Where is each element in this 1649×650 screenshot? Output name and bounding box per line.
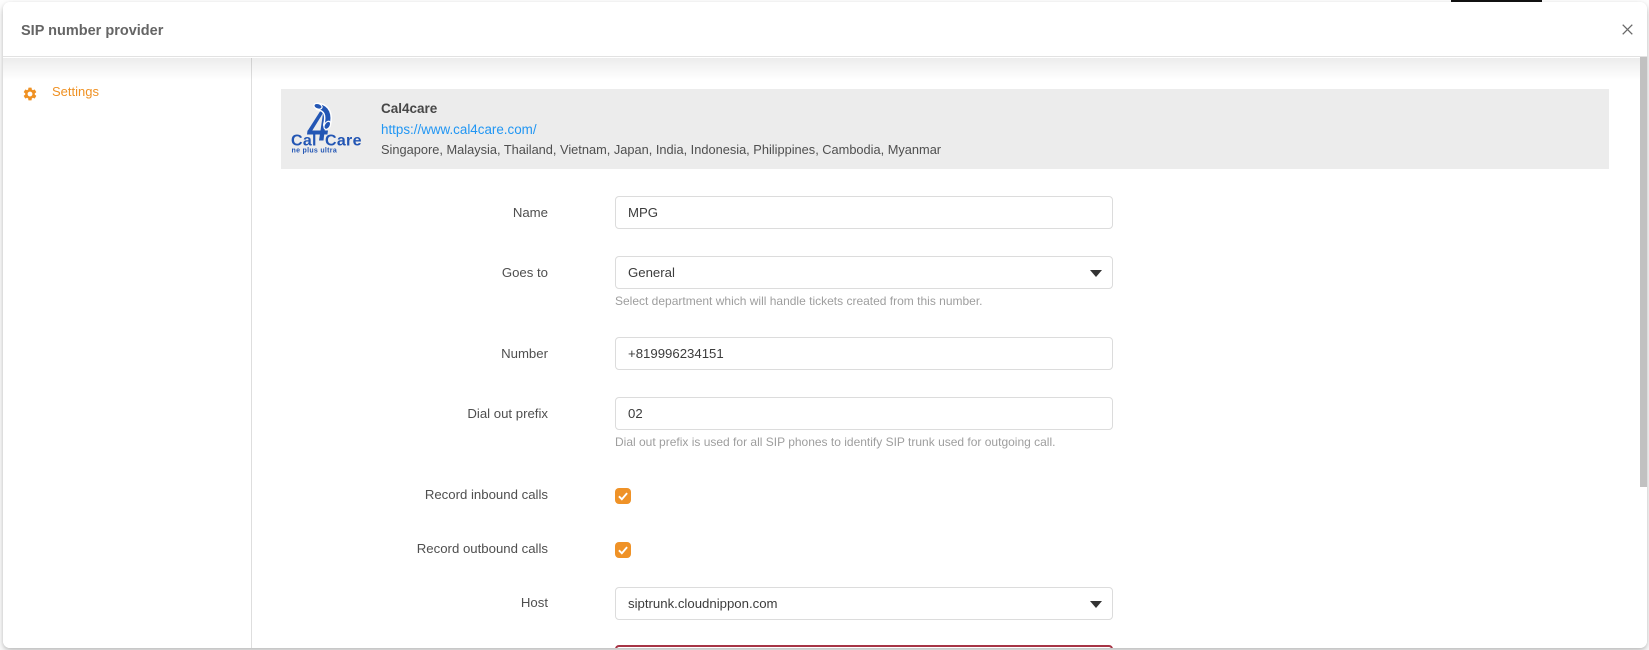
svg-text:ne plus ultra: ne plus ultra	[292, 148, 338, 155]
